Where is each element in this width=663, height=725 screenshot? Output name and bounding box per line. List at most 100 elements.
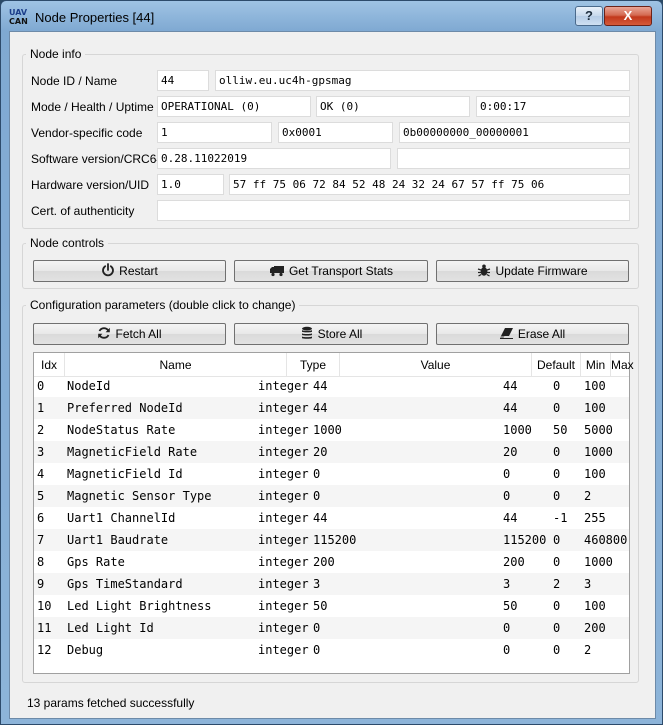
table-row[interactable]: 3 MagneticField Rate integer 20 20 0 1000 [34,441,629,463]
cell-default: 44 [503,511,518,525]
cell-name: MagneticField Rate [67,445,198,459]
table-row[interactable]: 9 Gps TimeStandard integer 3 3 2 3 [34,573,629,595]
cell-min: 0 [553,643,561,657]
vendor-code-binary-field[interactable]: 0b00000000_00000001 [399,122,630,143]
cell-min: 0 [553,555,561,569]
fetch-all-button[interactable]: Fetch All [33,323,226,345]
table-row[interactable]: 5 Magnetic Sensor Type integer 0 0 0 2 [34,485,629,507]
cell-idx: 10 [37,599,52,613]
col-type-header[interactable]: Type [287,353,340,377]
cell-max: 5000 [584,423,613,437]
uptime-field[interactable]: 0:00:17 [476,96,630,117]
restart-button[interactable]: Restart [33,260,226,282]
title-bar[interactable]: UAV CAN Node Properties [44] ? X [1,1,662,35]
cell-type: integer [258,599,309,613]
firmware-label: Update Firmware [495,264,588,278]
store-all-button[interactable]: Store All [234,323,428,345]
close-button[interactable]: X [604,6,652,26]
table-row[interactable]: 4 MagneticField Id integer 0 0 0 100 [34,463,629,485]
table-row[interactable]: 12 Debug integer 0 0 0 2 [34,639,629,661]
eraser-icon [499,326,514,340]
node-name-field[interactable]: olliw.eu.uc4h-gpsmag [215,70,630,91]
health-field[interactable]: OK (0) [316,96,470,117]
cell-name: NodeId [67,379,111,393]
cell-value: 0 [313,489,321,503]
cell-max: 100 [584,379,606,393]
software-crc-field[interactable] [397,148,630,169]
col-name-header[interactable]: Name [65,353,287,377]
hardware-uid-field[interactable]: 57 ff 75 06 72 84 52 48 24 32 24 67 57 f… [229,174,630,195]
cell-type: integer [258,555,309,569]
table-header: Idx Name Type Value Default Min Max [34,353,634,377]
col-max-header[interactable]: Max [611,353,634,377]
cell-type: integer [258,577,309,591]
table-row[interactable]: 2 NodeStatus Rate integer 1000 1000 50 5000 [34,419,629,441]
cert-label: Cert. of authenticity [31,204,135,218]
cell-max: 100 [584,401,606,415]
vendor-code-label: Vendor-specific code [31,126,143,140]
cell-name: Gps Rate [67,555,125,569]
cell-max: 3 [584,577,592,591]
hardware-version-field[interactable]: 1.0 [157,174,224,195]
cell-type: integer [258,621,309,635]
node-controls-title: Node controls [26,236,109,250]
table-row[interactable]: 7 Uart1 Baudrate integer 115200 115200 0 46080… [34,529,629,551]
col-idx-header[interactable]: Idx [34,353,65,377]
mode-health-uptime-label: Mode / Health / Uptime [31,100,154,114]
erase-all-button[interactable]: Erase All [436,323,629,345]
table-row[interactable]: 1 Preferred NodeId integer 44 44 0 100 [34,397,629,419]
table-row[interactable]: 10 Led Light Brightness integer 50 50 0 100 [34,595,629,617]
software-version-field[interactable]: 0.28.11022019 [157,148,391,169]
cell-min: 0 [553,533,561,547]
cell-name: MagneticField Id [67,467,183,481]
store-all-label: Store All [317,327,363,341]
cell-default: 0 [503,489,511,503]
cell-value: 50 [313,599,328,613]
col-value-header[interactable]: Value [340,353,532,377]
col-default-header[interactable]: Default [532,353,581,377]
cell-name: Gps TimeStandard [67,577,183,591]
cell-type: integer [258,423,309,437]
node-id-field[interactable]: 44 [157,70,209,91]
table-row[interactable]: 8 Gps Rate integer 200 200 0 1000 [34,551,629,573]
restart-label: Restart [119,264,158,278]
col-min-header[interactable]: Min [581,353,611,377]
cell-default: 0 [503,621,511,635]
cell-value: 20 [313,445,328,459]
node-properties-window: UAV CAN Node Properties [44] ? X Node in… [0,0,663,725]
power-icon [101,263,115,277]
cell-max: 100 [584,599,606,613]
cell-idx: 3 [37,445,45,459]
table-row[interactable]: 11 Led Light Id integer 0 0 0 200 [34,617,629,639]
cell-idx: 8 [37,555,45,569]
cell-idx: 12 [37,643,52,657]
cell-name: NodeStatus Rate [67,423,176,437]
update-firmware-button[interactable]: Update Firmware [436,260,629,282]
help-button[interactable]: ? [575,6,603,26]
node-id-name-label: Node ID / Name [31,74,118,88]
cell-max: 1000 [584,555,613,569]
cell-name: Uart1 ChannelId [67,511,176,525]
vendor-code-hex-field[interactable]: 0x0001 [278,122,393,143]
mode-field[interactable]: OPERATIONAL (0) [157,96,311,117]
vendor-code-decimal-field[interactable]: 1 [157,122,272,143]
cell-max: 200 [584,621,606,635]
table-row[interactable]: 0 NodeId integer 44 44 0 100 [34,375,629,397]
cell-value: 44 [313,511,328,525]
config-params-table[interactable]: Idx Name Type Value Default Min Max 0 Nod… [33,352,634,674]
cell-value: 115200 [313,533,357,547]
software-version-label: Software version/CRC64 [31,152,164,166]
cell-max: 1000 [584,445,613,459]
get-transport-stats-button[interactable]: Get Transport Stats [234,260,428,282]
cell-type: integer [258,401,309,415]
table-row[interactable]: 6 Uart1 ChannelId integer 44 44 -1 255 [34,507,629,529]
cell-idx: 11 [37,621,52,635]
cell-min: 2 [553,577,561,591]
status-message: 13 params fetched successfully [27,696,195,710]
cell-type: integer [258,379,309,393]
cell-default: 115200 [503,533,547,547]
cell-min: 0 [553,467,561,481]
cell-default: 50 [503,599,518,613]
cert-field[interactable] [157,200,630,221]
cell-min: -1 [553,511,568,525]
